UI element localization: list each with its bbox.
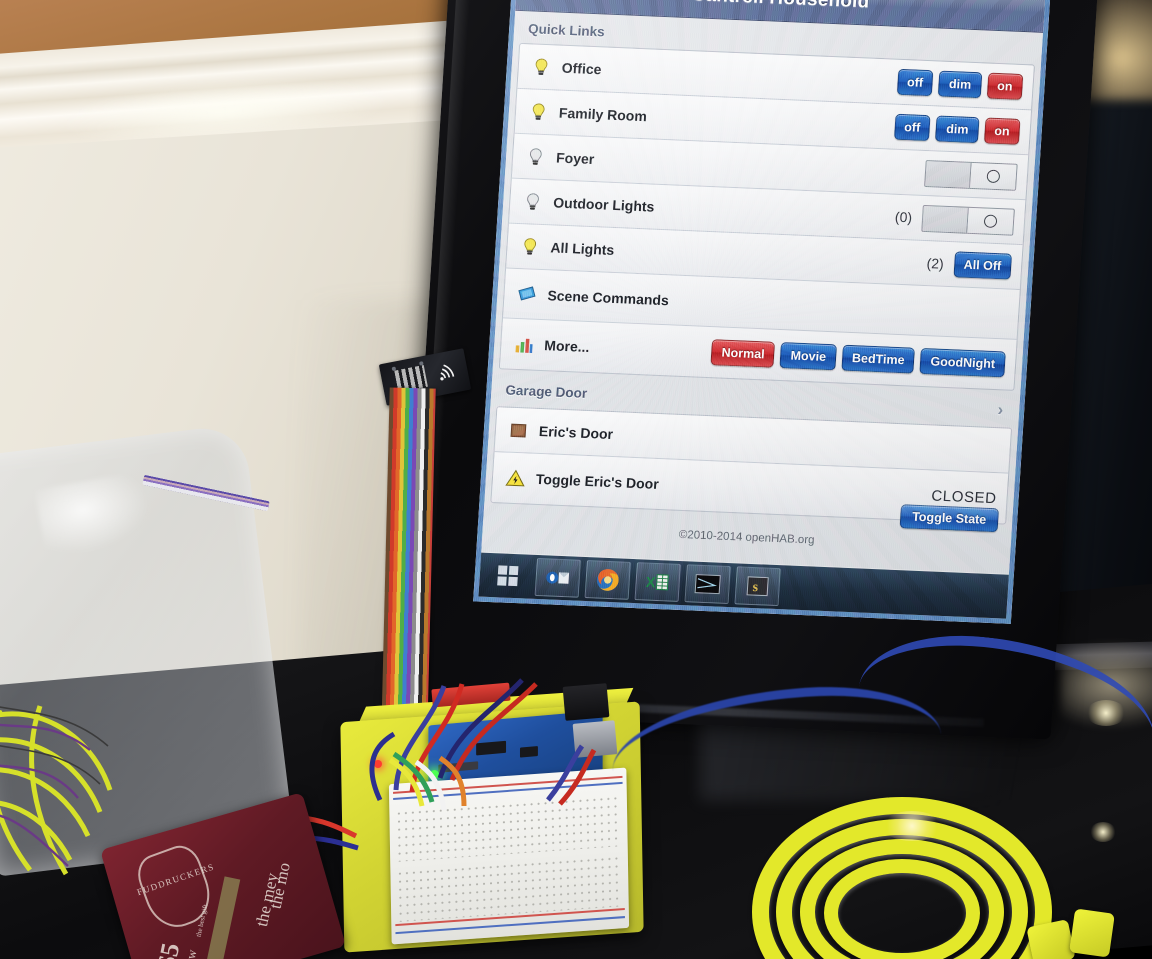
office-controls: off dim on	[896, 68, 1024, 100]
office-off-button[interactable]: off	[896, 68, 934, 97]
photo-scene: Cantrell Household Quick Links	[0, 0, 1152, 959]
lightbulb-off-icon	[525, 146, 547, 168]
foyer-controls	[924, 159, 1018, 191]
scene-goodnight-button[interactable]: GoodNight	[919, 347, 1006, 378]
family-room-dim-button[interactable]: dim	[935, 115, 980, 144]
office-dim-button[interactable]: dim	[938, 70, 983, 99]
switch-right-half	[970, 162, 1017, 190]
arduino-rig	[301, 348, 666, 953]
scene-movie-button[interactable]: Movie	[779, 342, 837, 371]
lightbulb-off-icon	[522, 191, 544, 213]
spiral-loose-end-2	[1069, 908, 1115, 958]
list-item-label: Foyer	[555, 149, 595, 168]
all-lights-controls: (2) All Off	[926, 250, 1013, 280]
scene-bedtime-button[interactable]: BedTime	[841, 344, 916, 374]
page-title: Cantrell Household	[691, 0, 870, 13]
lightbulb-on-icon	[530, 56, 552, 78]
status-badge: CLOSED	[930, 486, 998, 507]
spiral-loose-end-1	[1026, 919, 1076, 959]
scene-buttons-group: Normal Movie BedTime GoodNight	[710, 339, 1006, 378]
family-room-on-button[interactable]: on	[983, 117, 1021, 145]
s-app-icon[interactable]: s	[734, 566, 781, 607]
scene-normal-button[interactable]: Normal	[710, 339, 776, 368]
family-room-off-button[interactable]: off	[893, 113, 932, 142]
list-item-label: Family Room	[558, 104, 648, 125]
yellow-3d-printed-spiral	[752, 797, 1152, 959]
outdoor-lights-switch[interactable]	[921, 204, 1015, 236]
family-room-controls: off dim on	[893, 113, 1021, 145]
gift-card-amount: $5	[151, 940, 186, 959]
switch-knob	[983, 213, 998, 228]
switch-knob	[986, 169, 1001, 183]
lightbulb-on-icon	[527, 101, 549, 123]
foyer-switch[interactable]	[924, 159, 1018, 191]
door-state-display: CLOSED	[931, 487, 997, 507]
switch-left-half	[925, 160, 972, 188]
spiral-ring-4	[824, 859, 980, 959]
all-lights-count: (2)	[926, 255, 945, 272]
scene-diamond-icon	[516, 283, 538, 305]
all-off-button[interactable]: All Off	[952, 251, 1013, 280]
chevron-right-icon[interactable]: ›	[997, 400, 1004, 420]
switch-right-half	[967, 207, 1014, 235]
list-item-label: Office	[561, 59, 602, 78]
list-item-label: All Lights	[550, 239, 615, 258]
wireless-wave-icon	[435, 361, 460, 385]
list-item-label: Outdoor Lights	[552, 194, 655, 215]
quick-links-list: Office off dim on Family Room off dim on…	[498, 42, 1035, 391]
terminal-icon[interactable]	[684, 564, 731, 605]
switch-left-half	[922, 205, 969, 233]
outdoor-lights-count: (0)	[894, 208, 913, 226]
office-on-button[interactable]: on	[986, 72, 1024, 100]
list-item-label: Scene Commands	[547, 286, 670, 308]
outdoor-lights-controls: (0)	[894, 203, 1015, 236]
lightbulb-on-icon	[519, 236, 541, 258]
gift-card-ribbon	[205, 876, 241, 959]
